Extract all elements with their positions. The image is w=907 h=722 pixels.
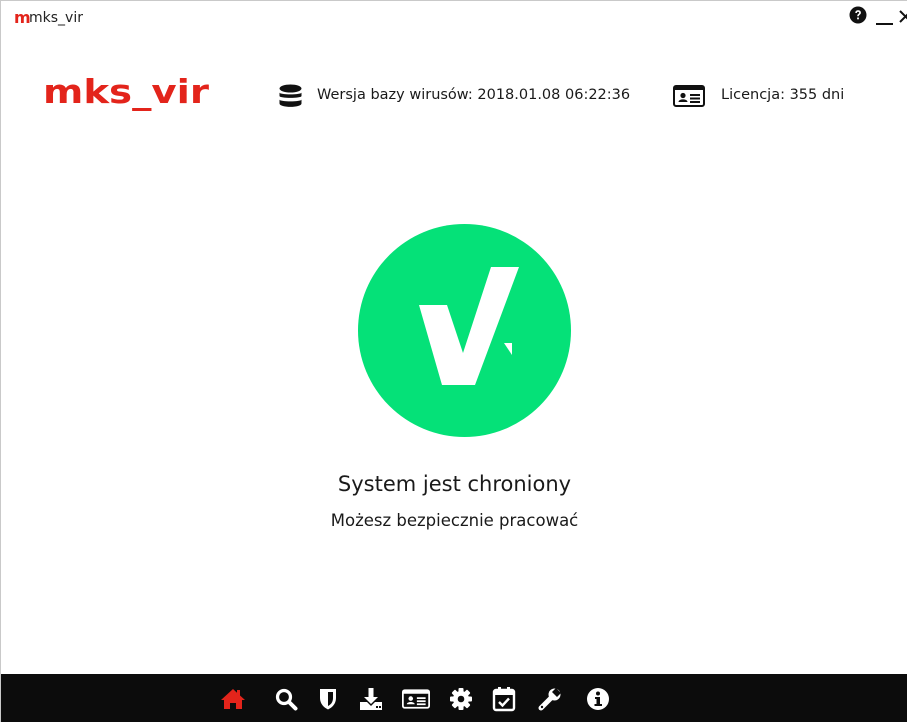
bottom-navigation bbox=[1, 674, 907, 722]
database-version: Wersja bazy wirusów: 2018.01.08 06:22:36 bbox=[317, 87, 631, 103]
search-icon bbox=[275, 688, 298, 711]
wrench-icon bbox=[538, 688, 561, 711]
nav-home[interactable] bbox=[219, 685, 247, 713]
gear-icon bbox=[450, 688, 472, 710]
download-icon bbox=[360, 688, 382, 710]
nav-update[interactable] bbox=[357, 685, 385, 713]
nav-license[interactable] bbox=[402, 685, 430, 713]
nav-scheduler[interactable] bbox=[490, 685, 518, 713]
calendar-check-icon bbox=[492, 687, 516, 712]
nav-protection[interactable] bbox=[314, 685, 342, 713]
license-info: Licencja: 355 dni bbox=[721, 87, 845, 103]
close-icon[interactable] bbox=[897, 7, 907, 27]
shield-icon bbox=[320, 689, 336, 710]
info-icon bbox=[587, 688, 609, 710]
window-title: mks_vir bbox=[29, 10, 83, 26]
brand-logo: mks_vir bbox=[43, 76, 210, 111]
status-subtitle: Możesz bezpiecznie pracować bbox=[330, 511, 579, 530]
nav-tools[interactable] bbox=[536, 685, 564, 713]
database-icon bbox=[279, 84, 302, 107]
help-icon[interactable] bbox=[849, 6, 867, 24]
nav-settings[interactable] bbox=[447, 685, 475, 713]
app-window: m mks_vir mks_vir Wersja bazy wirusów: 2… bbox=[0, 0, 907, 722]
id-card-icon[interactable] bbox=[673, 85, 705, 107]
home-icon bbox=[221, 689, 245, 709]
nav-scan[interactable] bbox=[272, 685, 300, 713]
title-bar: m mks_vir bbox=[1, 1, 907, 35]
brand-logo-text: mks_vir bbox=[43, 76, 210, 111]
minimize-icon[interactable] bbox=[874, 7, 894, 27]
status-title: System jest chroniony bbox=[337, 472, 572, 496]
id-card-icon bbox=[402, 689, 430, 709]
nav-about[interactable] bbox=[584, 685, 612, 713]
status-ok-indicator bbox=[358, 224, 571, 437]
